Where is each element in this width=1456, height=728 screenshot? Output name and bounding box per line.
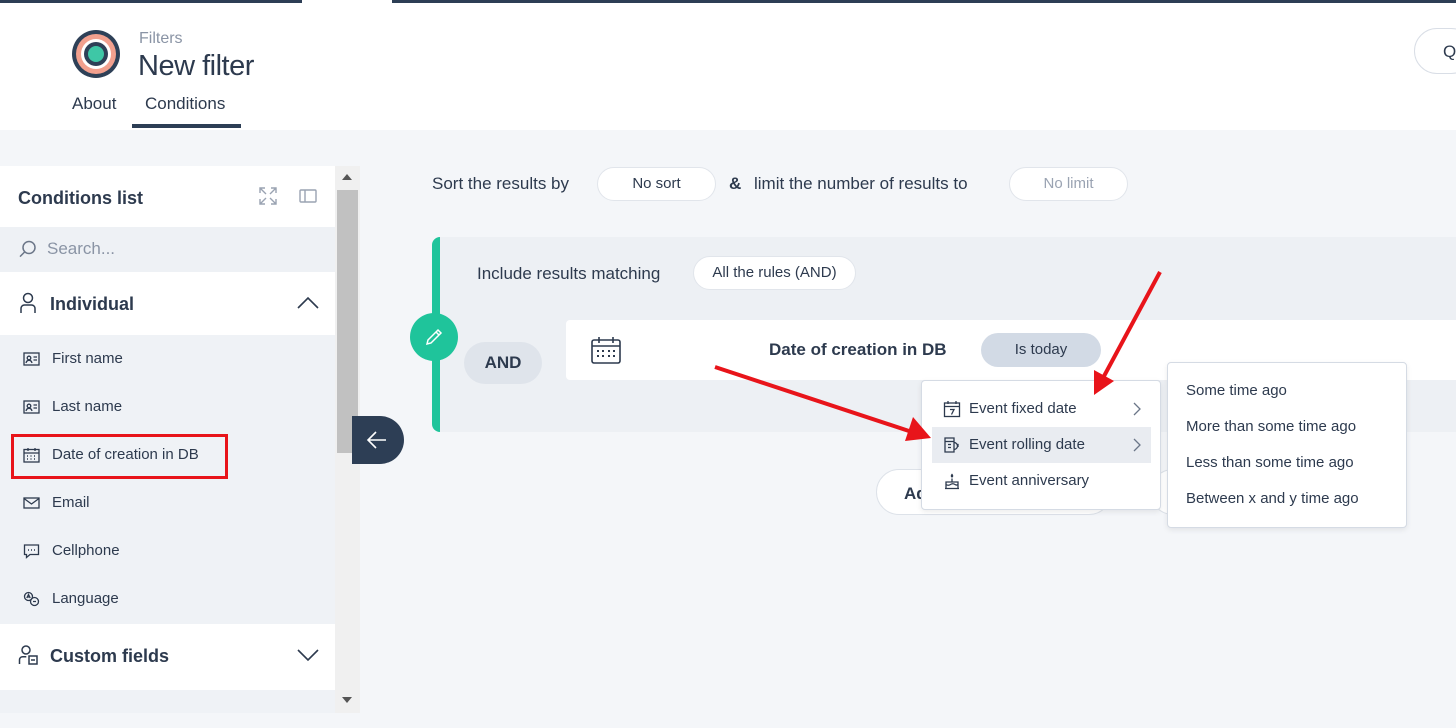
header-right-button-label: Q <box>1443 42 1456 61</box>
sort-select[interactable]: No sort <box>597 167 716 201</box>
include-label: Include results matching <box>477 264 661 283</box>
panel-toggle-icon[interactable] <box>298 186 318 206</box>
header: Filters New filter About Conditions Q <box>0 0 1456 130</box>
list-item-label: Cellphone <box>52 542 120 559</box>
rolling-date-icon <box>944 437 959 453</box>
group-individual[interactable]: Individual <box>0 272 335 335</box>
menu-item-event-rolling-date[interactable]: Event rolling date <box>932 427 1151 463</box>
calendar-icon <box>591 337 621 364</box>
cake-icon <box>945 473 959 490</box>
list-item-last-name[interactable]: Last name <box>0 383 335 431</box>
group-label: Custom fields <box>50 646 170 666</box>
list-item-email[interactable]: Email <box>0 479 335 527</box>
chevron-right-icon <box>1133 402 1141 416</box>
condition-name: Date of creation in DB <box>769 340 947 359</box>
search-input[interactable] <box>47 237 307 261</box>
message-icon <box>23 544 40 559</box>
operator-dropdown-menu: Event fixed date Event rolling date Even… <box>921 380 1161 510</box>
match-mode-select[interactable]: All the rules (AND) <box>693 256 856 290</box>
group-custom-fields[interactable]: Custom fields <box>0 624 335 690</box>
chevron-up-icon[interactable] <box>296 294 320 312</box>
tab-about[interactable]: About <box>72 94 116 114</box>
list-item-first-name[interactable]: First name <box>0 335 335 383</box>
sidebar-header: Conditions list <box>0 166 335 227</box>
expand-icon[interactable] <box>258 186 278 206</box>
menu-item-label: Event fixed date <box>969 400 1077 417</box>
top-accent-line <box>0 0 302 3</box>
menu-item-label: Event rolling date <box>969 436 1085 453</box>
chevron-down-icon[interactable] <box>296 646 320 664</box>
submenu-item-more-than[interactable]: More than some time ago <box>1186 418 1356 435</box>
list-item-label: First name <box>52 350 123 367</box>
active-tab-indicator <box>132 124 241 128</box>
limit-input[interactable]: No limit <box>1009 167 1128 201</box>
sidebar-search <box>0 227 335 272</box>
chevron-right-icon <box>1133 438 1141 452</box>
scroll-up-arrow[interactable] <box>342 174 352 180</box>
envelope-icon <box>23 497 40 509</box>
id-card-icon <box>23 352 40 366</box>
id-card-icon <box>23 400 40 414</box>
search-icon <box>19 240 36 258</box>
scroll-down-arrow[interactable] <box>342 697 352 703</box>
page-title: New filter <box>138 50 254 82</box>
list-item-cellphone[interactable]: Cellphone <box>0 527 335 575</box>
rolling-date-submenu: Some time ago More than some time ago Le… <box>1167 362 1407 528</box>
arrow-left-icon <box>366 431 386 449</box>
list-item-label: Language <box>52 590 119 607</box>
submenu-item-some-time-ago[interactable]: Some time ago <box>1186 382 1287 399</box>
list-item-label: Email <box>52 494 90 511</box>
breadcrumb[interactable]: Filters <box>139 30 183 48</box>
language-icon <box>23 591 40 607</box>
group-label: Individual <box>50 294 135 314</box>
top-accent-line <box>392 0 1456 3</box>
scroll-thumb[interactable] <box>337 190 358 453</box>
collapse-sidebar-button[interactable] <box>352 416 404 464</box>
menu-item-label: Event anniversary <box>969 472 1090 489</box>
app-logo <box>72 30 120 78</box>
ampersand: & <box>729 174 742 193</box>
menu-item-event-anniversary[interactable]: Event anniversary <box>932 463 1151 499</box>
tab-conditions[interactable]: Conditions <box>145 94 225 114</box>
person-icon <box>20 292 36 313</box>
custom-fields-icon <box>18 645 38 665</box>
sidebar-title: Conditions list <box>18 188 143 208</box>
header-right-button[interactable]: Q <box>1414 28 1456 74</box>
sort-label: Sort the results by <box>432 174 570 193</box>
list-item-label: Last name <box>52 398 123 415</box>
highlight-box <box>11 434 228 479</box>
submenu-item-less-than[interactable]: Less than some time ago <box>1186 454 1354 471</box>
submenu-item-between[interactable]: Between x and y time ago <box>1186 490 1359 507</box>
operator-badge[interactable]: AND <box>464 342 542 384</box>
condition-operator-select[interactable]: Is today <box>981 333 1101 367</box>
list-item-language[interactable]: Language <box>0 575 335 623</box>
pencil-icon <box>425 328 443 346</box>
menu-item-event-fixed-date[interactable]: Event fixed date <box>932 391 1151 427</box>
calendar-seven-icon <box>943 401 961 418</box>
edit-group-button[interactable] <box>410 313 458 361</box>
limit-label: limit the number of results to <box>754 174 968 193</box>
